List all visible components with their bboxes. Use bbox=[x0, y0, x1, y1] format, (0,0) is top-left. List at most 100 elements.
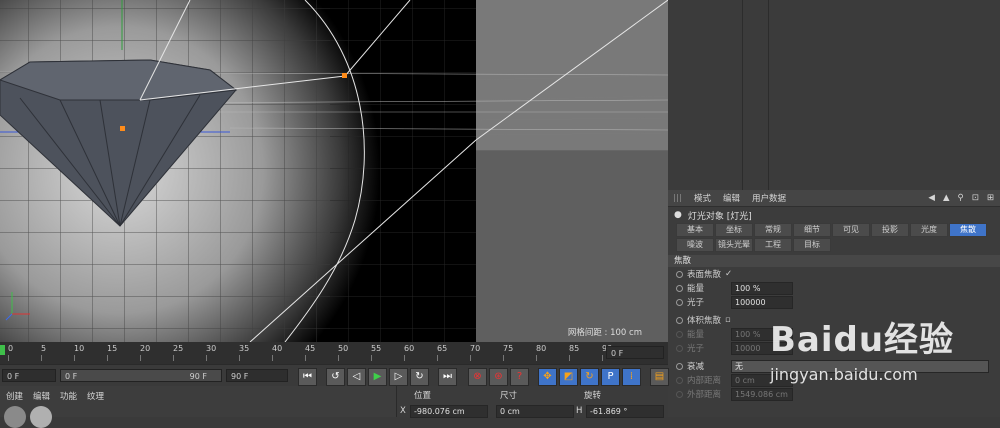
coord-header-rotation: 旋转 bbox=[584, 391, 602, 401]
outer-distance-label: 外部距离 bbox=[687, 390, 722, 400]
menu-edit-material[interactable]: 编辑 bbox=[33, 390, 50, 402]
coord-header-size: 尺寸 bbox=[500, 391, 518, 401]
coord-header-position: 位置 bbox=[414, 391, 432, 401]
timeline-tick-mark bbox=[569, 355, 570, 361]
energy-field[interactable]: 100 % bbox=[731, 281, 793, 295]
coordinate-manager: 位置 尺寸 旋转 X -980.076 cm 0 cm H -61.869 ° bbox=[400, 386, 668, 418]
end-frame-field[interactable]: 90 F bbox=[226, 369, 288, 382]
material-thumbnail[interactable] bbox=[4, 406, 26, 428]
timeline-tick-label: 35 bbox=[239, 344, 250, 353]
arrow-up-icon[interactable]: ▲ bbox=[943, 193, 950, 203]
menu-function[interactable]: 功能 bbox=[60, 390, 77, 402]
surface-caustics-checkbox[interactable]: ✓ bbox=[725, 269, 732, 279]
timeline-tick-label: 0 bbox=[8, 344, 14, 353]
arrow-left-icon[interactable]: ◀ bbox=[928, 193, 935, 203]
tab-basic[interactable]: 基本 bbox=[676, 223, 714, 237]
start-frame-field[interactable]: 0 F bbox=[2, 369, 56, 382]
autokey-icon[interactable]: ⊛ bbox=[489, 368, 508, 386]
light-handle[interactable] bbox=[342, 73, 347, 78]
grid-spacing-label: 网格间距 : 100 cm bbox=[567, 328, 642, 338]
section-title: 焦散 bbox=[668, 255, 1000, 267]
timeline-tick-label: 45 bbox=[305, 344, 316, 353]
attribute-tabs: 基本 坐标 常规 细节 可见 投影 光度 焦散 噪波 镜头光晕 工程 目标 bbox=[668, 223, 996, 252]
timeline-tick-mark bbox=[206, 355, 207, 361]
new-panel-icon[interactable]: ⊞ bbox=[987, 193, 994, 203]
watermark-brand: Baidu经验 bbox=[770, 320, 955, 360]
menu-create[interactable]: 创建 bbox=[6, 390, 23, 402]
prev-key-icon[interactable]: ↺ bbox=[326, 368, 345, 386]
inner-distance-label: 内部距离 bbox=[687, 376, 722, 386]
current-frame-field[interactable]: 0 F bbox=[606, 346, 664, 359]
timeline-tick-mark bbox=[338, 355, 339, 361]
timeline-tick-label: 60 bbox=[404, 344, 415, 353]
play-icon[interactable]: ▶ bbox=[368, 368, 387, 386]
bottom-managers: 创建 编辑 功能 纹理 位置 尺寸 旋转 X -980.076 cm 0 cm … bbox=[0, 386, 668, 428]
photons-field[interactable]: 100000 bbox=[731, 295, 793, 309]
vol-photons-label: 光子 bbox=[687, 344, 705, 354]
tab-project[interactable]: 工程 bbox=[754, 238, 792, 252]
animate-radio-icon[interactable] bbox=[676, 316, 683, 324]
timeline-tick-mark bbox=[8, 355, 9, 361]
record-keys-icon[interactable]: ⊗ bbox=[468, 368, 487, 386]
tab-coord[interactable]: 坐标 bbox=[715, 223, 753, 237]
tab-noise[interactable]: 噪波 bbox=[676, 238, 714, 252]
menu-user-data[interactable]: 用户数据 bbox=[752, 192, 786, 204]
pos-x-field[interactable]: -980.076 cm bbox=[410, 405, 488, 418]
menu-texture[interactable]: 纹理 bbox=[87, 390, 104, 402]
timeline-window-icon[interactable]: ▤ bbox=[650, 368, 669, 386]
animate-radio-icon[interactable] bbox=[676, 376, 683, 384]
material-thumbnail[interactable] bbox=[30, 406, 52, 428]
rot-h-field[interactable]: -61.869 ° bbox=[586, 405, 664, 418]
animate-radio-icon[interactable] bbox=[676, 270, 683, 278]
next-frame-icon[interactable]: ▷ bbox=[389, 368, 408, 386]
object-manager-panel[interactable] bbox=[668, 0, 1000, 190]
size-x-field[interactable]: 0 cm bbox=[496, 405, 574, 418]
key-scale-icon[interactable]: ◩ bbox=[559, 368, 578, 386]
panel-grip-icon[interactable] bbox=[674, 194, 682, 202]
search-icon[interactable]: ⚲ bbox=[958, 193, 964, 203]
next-key-icon[interactable]: ↻ bbox=[410, 368, 429, 386]
animate-radio-icon[interactable] bbox=[676, 284, 683, 292]
menu-edit[interactable]: 编辑 bbox=[723, 192, 740, 204]
key-rotation-icon[interactable]: ↻ bbox=[580, 368, 599, 386]
range-end: 90 F bbox=[189, 372, 207, 381]
animate-radio-icon[interactable] bbox=[676, 390, 683, 398]
tab-shadow[interactable]: 投影 bbox=[871, 223, 909, 237]
keyframe-selection-icon[interactable]: ? bbox=[510, 368, 529, 386]
animate-radio-icon[interactable] bbox=[676, 298, 683, 306]
key-parameter-icon[interactable]: P bbox=[601, 368, 620, 386]
tab-caustics[interactable]: 焦散 bbox=[949, 223, 987, 237]
timeline-tick-mark bbox=[602, 355, 603, 361]
timeline-ruler[interactable]: 051015202530354045505560657075808590 0 F bbox=[0, 342, 668, 364]
viewport-3d[interactable]: 网格间距 : 100 cm bbox=[0, 0, 668, 342]
animate-radio-icon[interactable] bbox=[676, 362, 683, 370]
key-position-icon[interactable]: ✥ bbox=[538, 368, 557, 386]
frame-range-slider[interactable]: 0 F 90 F bbox=[60, 369, 222, 382]
prev-frame-icon[interactable]: ◁ bbox=[347, 368, 366, 386]
pos-x-label: X bbox=[400, 406, 406, 416]
animate-radio-icon[interactable] bbox=[676, 344, 683, 352]
timeline-tick-mark bbox=[404, 355, 405, 361]
key-pla-icon[interactable]: ⁞ bbox=[622, 368, 641, 386]
timeline-tick-mark bbox=[272, 355, 273, 361]
lock-icon[interactable]: ⊡ bbox=[972, 193, 979, 203]
light-object-icon: ● bbox=[674, 210, 682, 220]
tab-lens-flare[interactable]: 镜头光晕 bbox=[715, 238, 753, 252]
energy-row: 能量 100 % bbox=[668, 281, 1000, 295]
animate-radio-icon[interactable] bbox=[676, 330, 683, 338]
tab-visibility[interactable]: 可见 bbox=[832, 223, 870, 237]
timeline-tick-label: 85 bbox=[569, 344, 580, 353]
timeline-tick-label: 40 bbox=[272, 344, 283, 353]
tab-photometric[interactable]: 光度 bbox=[910, 223, 948, 237]
volume-caustics-checkbox[interactable]: ▫ bbox=[725, 315, 731, 325]
timeline-tick-mark bbox=[536, 355, 537, 361]
playhead[interactable] bbox=[0, 345, 5, 355]
go-to-start-icon[interactable]: ⏮ bbox=[298, 368, 317, 386]
tab-general[interactable]: 常规 bbox=[754, 223, 792, 237]
timeline-tick-label: 20 bbox=[140, 344, 151, 353]
go-to-end-icon[interactable]: ⏭ bbox=[438, 368, 457, 386]
tab-details[interactable]: 细节 bbox=[793, 223, 831, 237]
timeline-tick-label: 80 bbox=[536, 344, 547, 353]
tab-target[interactable]: 目标 bbox=[793, 238, 831, 252]
menu-mode[interactable]: 模式 bbox=[694, 192, 711, 204]
